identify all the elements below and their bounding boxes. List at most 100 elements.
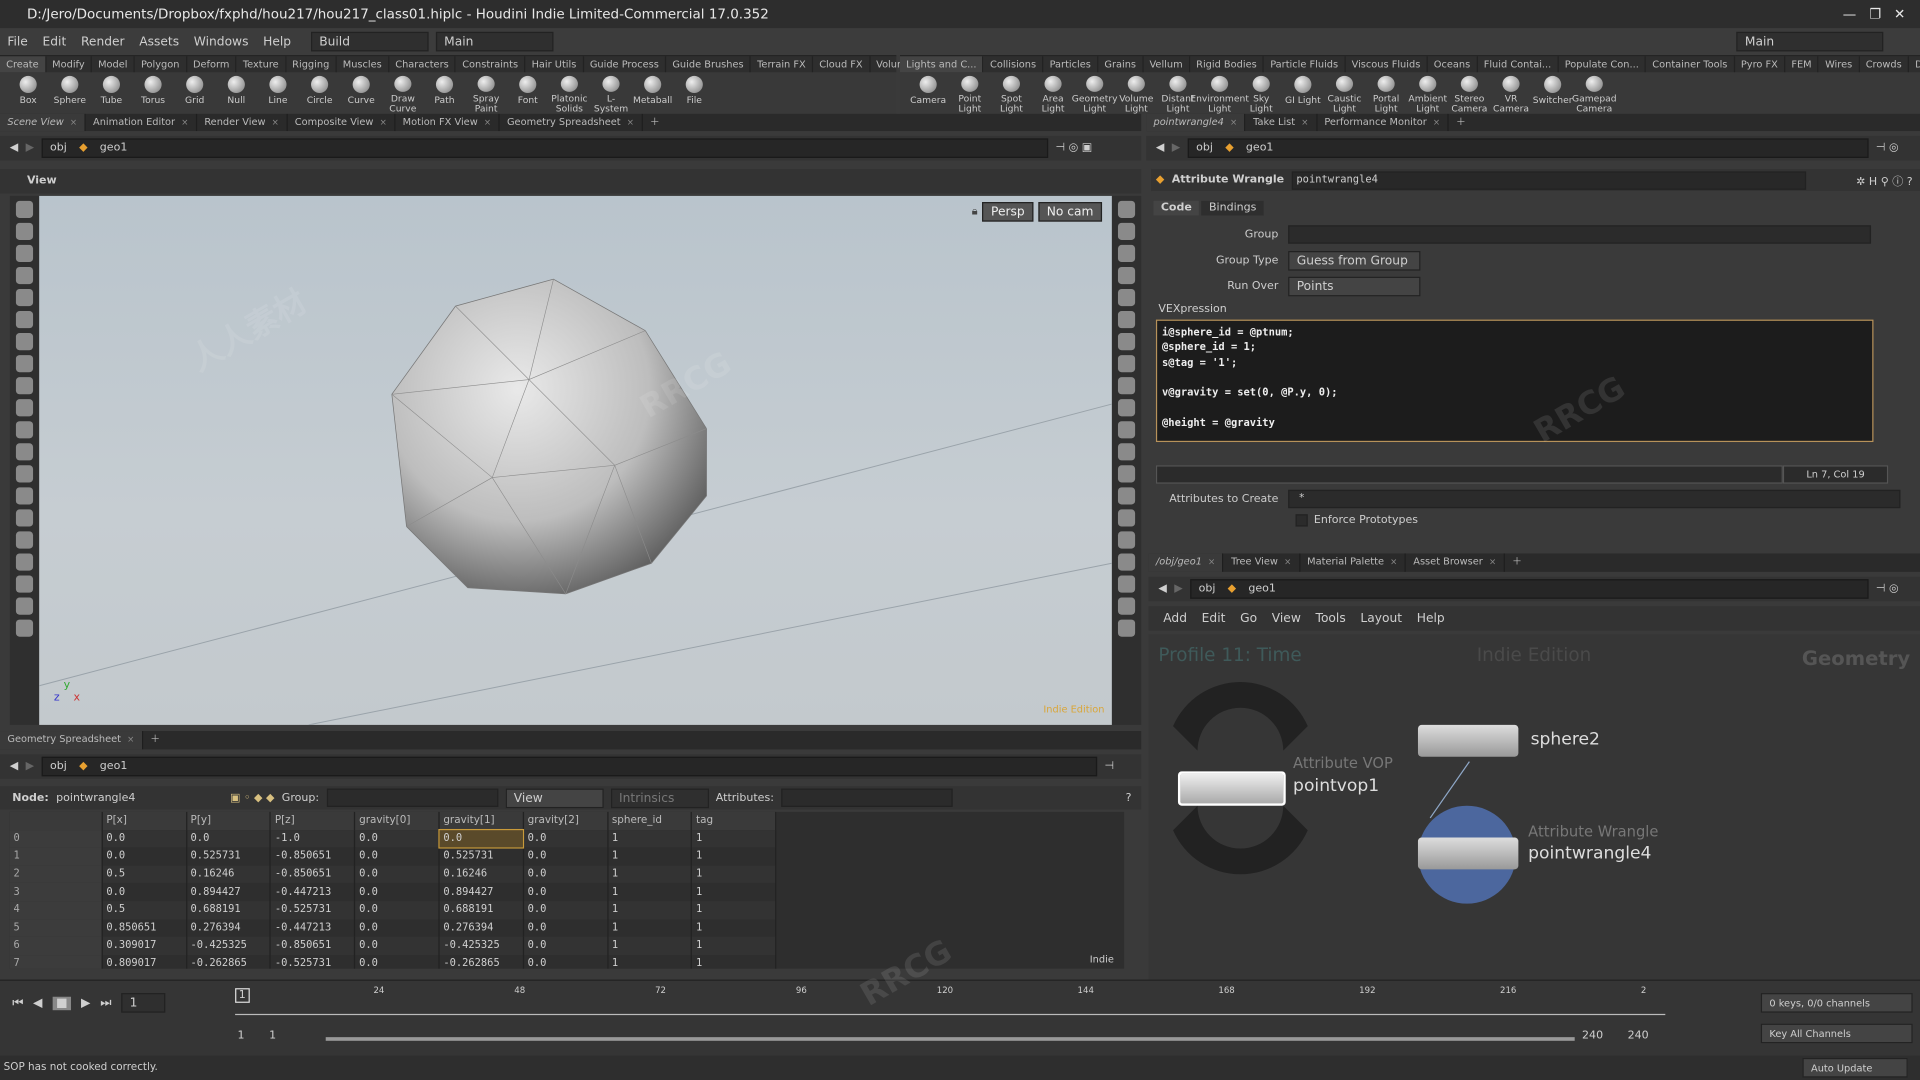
viewport-tool-icon[interactable] — [15, 597, 34, 615]
shelf-tool-gi-light[interactable]: GI Light — [1282, 72, 1324, 114]
close-tab-icon[interactable]: × — [627, 118, 634, 128]
shelf-tab-5[interactable]: Texture — [237, 56, 287, 73]
persp-menu[interactable]: Persp — [982, 202, 1034, 222]
viewport-tool-icon[interactable] — [1117, 575, 1136, 593]
path-field[interactable]: obj ◆ geo1 — [1190, 579, 1869, 599]
menu-file[interactable]: File — [0, 35, 35, 48]
shelf-tab-right-3[interactable]: Grains — [1098, 56, 1144, 73]
shelf-tool-sphere[interactable]: Sphere — [49, 72, 91, 114]
view-menu[interactable]: View — [505, 787, 604, 808]
table-cell[interactable]: -0.850651 — [270, 865, 356, 884]
viewport-tool-icon[interactable] — [1117, 222, 1136, 241]
shelf-tab-right-0[interactable]: Lights and C... — [900, 56, 984, 73]
close-tab-icon[interactable]: × — [1284, 557, 1291, 567]
shelf-tool-circle[interactable]: Circle — [299, 72, 341, 114]
first-frame-icon[interactable]: ⏮ — [12, 996, 23, 1009]
table-cell[interactable]: 1 — [691, 865, 777, 884]
add-tab-button[interactable]: ＋ — [1505, 553, 1529, 571]
window-controls[interactable]: — ❐ ✕ — [1843, 0, 1906, 28]
shelf-tool-tube[interactable]: Tube — [91, 72, 133, 114]
column-header[interactable]: gravity[1] — [439, 811, 524, 830]
shelf-tab-right-14[interactable]: Wires — [1819, 56, 1860, 73]
shelf-tool-spot-light[interactable]: Spot Light — [991, 72, 1033, 114]
shelf-tool-line[interactable]: Line — [257, 72, 299, 114]
table-cell[interactable]: 0.0 — [354, 919, 440, 937]
network-menu-tools[interactable]: Tools — [1316, 612, 1346, 625]
shelf-tool-switcher[interactable]: Switcher — [1532, 72, 1574, 114]
table-cell[interactable]: 1 — [691, 936, 777, 955]
shelf-tab-right-6[interactable]: Particle Fluids — [1264, 56, 1346, 73]
shelf-tool-portal-light[interactable]: Portal Light — [1365, 72, 1407, 114]
menu-assets[interactable]: Assets — [132, 35, 187, 48]
scene-tab-5[interactable]: Geometry Spreadsheet × — [500, 113, 643, 132]
column-header[interactable]: P[y] — [186, 811, 272, 830]
row-index[interactable]: 5 — [9, 919, 103, 937]
group-type-select[interactable]: Guess from Group — [1288, 251, 1421, 271]
table-cell[interactable]: 0.688191 — [439, 901, 524, 920]
shelf-tool-grid[interactable]: Grid — [174, 72, 216, 114]
param-header-icons[interactable]: ✲ H ⚲ ⓘ ? — [1856, 172, 1912, 188]
viewport-tool-icon[interactable] — [1117, 200, 1136, 218]
group-field[interactable] — [326, 788, 498, 807]
table-cell[interactable]: 0.0 — [354, 954, 440, 969]
scene-tab-3[interactable]: Composite View × — [287, 113, 396, 132]
table-cell[interactable]: 0.809017 — [102, 954, 187, 969]
shelf-tab-right-2[interactable]: Particles — [1043, 56, 1099, 73]
path-field[interactable]: obj ◆ geo1 — [41, 756, 1098, 777]
pin-icon[interactable]: ⊣ ◎ ▣ — [1056, 142, 1142, 154]
table-cell[interactable]: 0.894427 — [439, 883, 524, 902]
path-geo[interactable]: geo1 — [1248, 583, 1276, 595]
column-header[interactable]: P[x] — [102, 811, 187, 830]
row-index[interactable]: 0 — [9, 829, 103, 848]
path-field[interactable]: obj ◆ geo1 — [1187, 138, 1869, 158]
shelf-tool-font[interactable]: Font — [507, 72, 549, 114]
shelf-tab-right-12[interactable]: Pyro FX — [1735, 56, 1786, 73]
network-tab-2[interactable]: Material Palette × — [1300, 553, 1406, 572]
table-cell[interactable]: 0.16246 — [186, 865, 272, 884]
table-cell[interactable]: 0.0 — [523, 883, 609, 902]
attributes-create-input[interactable]: * — [1288, 489, 1901, 509]
path-geo[interactable]: geo1 — [100, 760, 128, 772]
viewport-tool-icon[interactable] — [1117, 487, 1136, 505]
time-slider[interactable]: 1 24 48 72 96 120 144 168 192 216 2 — [235, 986, 1666, 1016]
viewport-tool-icon[interactable] — [1117, 244, 1136, 263]
close-tab-icon[interactable]: × — [1489, 557, 1496, 567]
forward-icon[interactable]: ▶ — [1172, 142, 1180, 154]
step-back-icon[interactable]: ◀ — [33, 996, 42, 1009]
table-cell[interactable]: -0.447213 — [270, 883, 356, 902]
shelf-tab-right-11[interactable]: Container Tools — [1646, 56, 1735, 73]
table-cell[interactable]: 0.0 — [354, 936, 440, 955]
node-sphere2[interactable] — [1417, 724, 1519, 757]
table-cell[interactable]: 0.0 — [354, 829, 440, 848]
scene-tab-2[interactable]: Render View × — [197, 113, 288, 132]
shelf-tab-right-4[interactable]: Vellum — [1143, 56, 1191, 73]
table-cell[interactable]: 1 — [691, 829, 777, 848]
last-frame-icon[interactable]: ⏭ — [100, 996, 111, 1009]
table-cell[interactable]: 1 — [691, 919, 777, 937]
shelf-tab-right-10[interactable]: Populate Con... — [1559, 56, 1647, 73]
range-slider[interactable] — [325, 1037, 1575, 1041]
forward-icon[interactable]: ▶ — [26, 760, 34, 772]
viewport-tool-icon[interactable] — [15, 619, 34, 637]
table-cell[interactable]: -0.850651 — [270, 936, 356, 955]
close-tab-icon[interactable]: × — [1390, 557, 1397, 567]
table-cell[interactable]: 0.0 — [186, 829, 272, 848]
viewport-tool-icon[interactable] — [1117, 399, 1136, 417]
table-cell[interactable]: -0.525731 — [270, 901, 356, 920]
table-cell[interactable]: 0.0 — [102, 883, 187, 902]
table-cell[interactable]: 0.0 — [523, 954, 609, 969]
table-cell[interactable]: 0.0 — [102, 847, 187, 866]
shelf-tool-spray-paint[interactable]: Spray Paint — [465, 72, 507, 114]
path-obj[interactable]: obj — [1196, 142, 1213, 154]
playback-start-field[interactable]: 1 — [269, 1030, 276, 1042]
table-cell[interactable]: -0.447213 — [270, 919, 356, 937]
lock-icon[interactable]: 🔒︎ — [972, 206, 978, 218]
shelf-tool-gamepad-camera[interactable]: Gamepad Camera — [1572, 72, 1617, 114]
viewport-tool-icon[interactable] — [1117, 465, 1136, 483]
menu-help[interactable]: Help — [256, 35, 299, 48]
viewport-tool-icon[interactable] — [15, 266, 34, 285]
attributes-field[interactable] — [781, 788, 953, 807]
viewport-tool-icon[interactable] — [15, 222, 34, 241]
shelf-tab-0[interactable]: Create — [0, 56, 47, 73]
table-cell[interactable]: 0.0 — [354, 883, 440, 902]
